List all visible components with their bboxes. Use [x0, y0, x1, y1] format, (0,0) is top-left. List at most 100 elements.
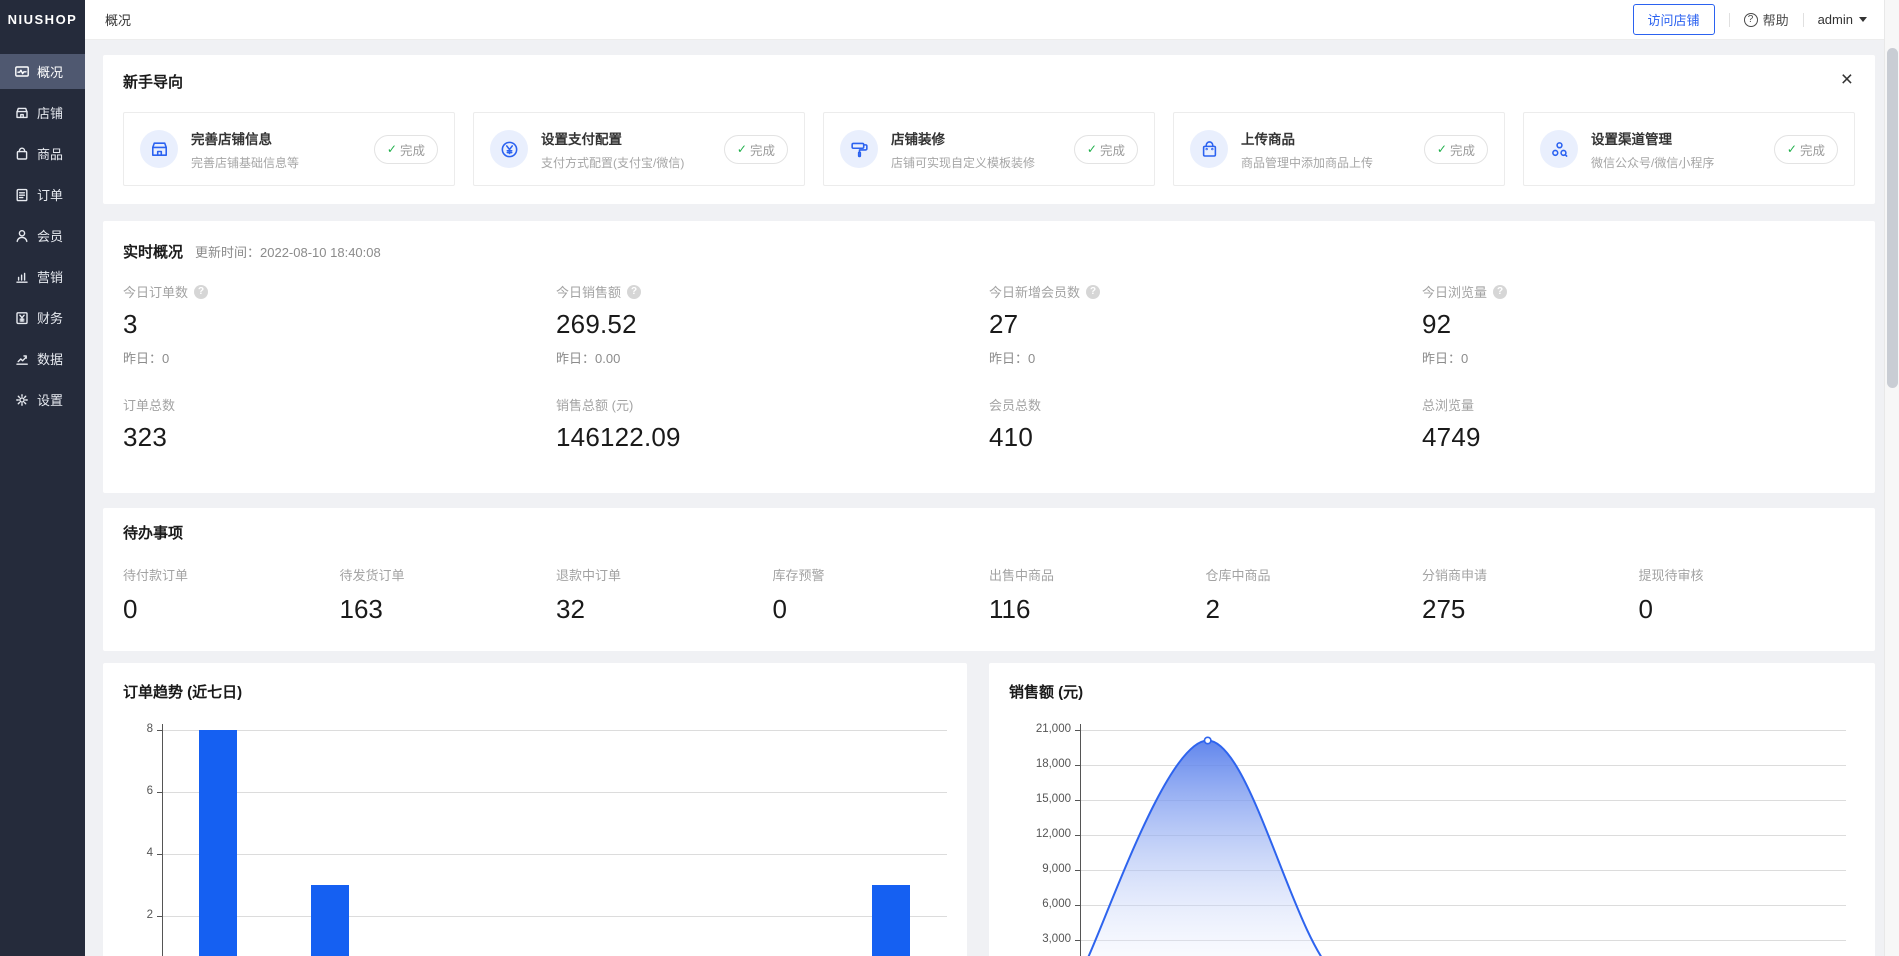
- help-menu[interactable]: ? 帮助: [1744, 10, 1789, 29]
- stat-label: 今日浏览量: [1422, 282, 1487, 301]
- todo-value: 0: [1639, 594, 1856, 625]
- todo-value: 275: [1422, 594, 1639, 625]
- sidebar-item-订单[interactable]: 订单: [0, 177, 85, 212]
- guide-card-subtitle: 支付方式配置(支付宝/微信): [541, 154, 711, 171]
- guide-card-subtitle: 微信公众号/微信小程序: [1591, 154, 1761, 171]
- todo-block: 提现待审核0: [1639, 565, 1856, 625]
- sidebar-item-label: 数据: [37, 349, 63, 368]
- check-icon: ✓: [1787, 142, 1797, 156]
- guide-card[interactable]: 店铺装修店铺可实现自定义模板装修 ✓完成: [823, 112, 1155, 186]
- guide-card[interactable]: 上传商品商品管理中添加商品上传✓完成: [1173, 112, 1505, 186]
- visit-shop-button[interactable]: 访问店铺: [1633, 4, 1715, 35]
- storefront-icon: [140, 130, 178, 168]
- sidebar-item-label: 营销: [37, 267, 63, 286]
- order-trend-bar-chart: 8642: [123, 712, 947, 956]
- sidebar-item-label: 订单: [37, 185, 63, 204]
- help-icon[interactable]: ?: [194, 285, 208, 299]
- done-label: 完成: [750, 140, 775, 159]
- close-icon[interactable]: ×: [1841, 69, 1853, 90]
- bar-day-7: [872, 885, 910, 956]
- page-content: 新手导向 × 完善店铺信息完善店铺基础信息等✓完成设置支付配置支付方式配置(支付…: [85, 40, 1899, 956]
- user-menu[interactable]: admin: [1818, 12, 1867, 27]
- todo-block: 仓库中商品2: [1206, 565, 1423, 625]
- sidebar-item-概况[interactable]: 概况: [0, 54, 85, 89]
- help-icon[interactable]: ?: [627, 285, 641, 299]
- gridline: [162, 792, 947, 793]
- sidebar-item-财务[interactable]: 财务: [0, 300, 85, 335]
- sidebar-item-label: 设置: [37, 390, 63, 409]
- order-trend-title: 订单趋势 (近七日): [123, 681, 947, 702]
- scrollbar-track[interactable]: [1884, 0, 1899, 956]
- stat-label-row: 今日浏览量?: [1422, 282, 1855, 301]
- guide-card-title: 设置渠道管理: [1591, 128, 1761, 148]
- sidebar-item-label: 概况: [37, 62, 63, 81]
- sidebar-item-label: 会员: [37, 226, 63, 245]
- todo-block: 退款中订单32: [556, 565, 773, 625]
- stat-label: 今日订单数: [123, 282, 188, 301]
- todo-value: 163: [340, 594, 557, 625]
- member-icon: [14, 228, 30, 244]
- stat-block: 会员总数410: [989, 395, 1422, 453]
- sidebar-menu: 概况店铺商品订单会员营销财务数据设置: [0, 40, 85, 417]
- bar-day-1: [199, 730, 237, 956]
- sidebar-item-营销[interactable]: 营销: [0, 259, 85, 294]
- help-icon[interactable]: ?: [1493, 285, 1507, 299]
- done-badge[interactable]: ✓完成: [724, 135, 788, 164]
- scrollbar-thumb[interactable]: [1887, 48, 1898, 388]
- sidebar-item-商品[interactable]: 商品: [0, 136, 85, 171]
- marketing-icon: [14, 269, 30, 285]
- help-icon[interactable]: ?: [1086, 285, 1100, 299]
- guide-card[interactable]: 完善店铺信息完善店铺基础信息等✓完成: [123, 112, 455, 186]
- realtime-panel: 实时概况 更新时间：2022-08-10 18:40:08 今日订单数?3昨日：…: [103, 221, 1875, 493]
- guide-card-title: 店铺装修: [891, 128, 1061, 148]
- main-area: 概况 访问店铺 ? 帮助 admin 新手导向 × 完善店铺信息完善店铺基础信息…: [85, 0, 1899, 956]
- topbar: 概况 访问店铺 ? 帮助 admin: [85, 0, 1899, 40]
- guide-card[interactable]: 设置支付配置支付方式配置(支付宝/微信) ✓完成: [473, 112, 805, 186]
- todo-panel: 待办事项 待付款订单0待发货订单163退款中订单32库存预警0出售中商品116仓…: [103, 508, 1875, 651]
- channels-icon: [1540, 130, 1578, 168]
- todo-label: 待付款订单: [123, 565, 340, 584]
- sidebar-item-店铺[interactable]: 店铺: [0, 95, 85, 130]
- update-time: 更新时间：2022-08-10 18:40:08: [195, 242, 381, 261]
- help-label: 帮助: [1763, 10, 1789, 29]
- guide-card-subtitle: 店铺可实现自定义模板装修: [891, 154, 1061, 171]
- peak-point: [1205, 737, 1211, 743]
- bag-icon: [1190, 130, 1228, 168]
- done-badge[interactable]: ✓完成: [1774, 135, 1838, 164]
- divider: [1803, 13, 1804, 27]
- stat-block: 今日新增会员数?27昨日：0: [989, 282, 1422, 367]
- todo-title: 待办事项: [123, 522, 1855, 543]
- sidebar-item-会员[interactable]: 会员: [0, 218, 85, 253]
- stat-label: 销售总额 (元): [556, 395, 989, 414]
- sidebar-item-数据[interactable]: 数据: [0, 341, 85, 376]
- check-icon: ✓: [1087, 142, 1097, 156]
- topbar-actions: 访问店铺 ? 帮助 admin: [1633, 4, 1867, 35]
- done-badge[interactable]: ✓完成: [1074, 135, 1138, 164]
- guide-card-subtitle: 完善店铺基础信息等: [191, 154, 361, 171]
- guide-card[interactable]: 设置渠道管理微信公众号/微信小程序 ✓完成: [1523, 112, 1855, 186]
- realtime-title: 实时概况: [123, 241, 183, 262]
- guide-title: 新手导向: [123, 71, 1855, 92]
- guide-card-title: 上传商品: [1241, 128, 1411, 148]
- stat-value: 269.52: [556, 309, 989, 340]
- guide-card-title: 设置支付配置: [541, 128, 711, 148]
- guide-card-text: 设置渠道管理微信公众号/微信小程序: [1591, 128, 1761, 171]
- stat-block: 订单总数323: [123, 395, 556, 453]
- stat-value: 92: [1422, 309, 1855, 340]
- sales-chart-card: 销售额 (元) 21,00018,00015,00012,0009,0006,0…: [989, 663, 1875, 956]
- sidebar-item-设置[interactable]: 设置: [0, 382, 85, 417]
- y-tick-label: 4: [123, 847, 153, 859]
- todo-value: 2: [1206, 594, 1423, 625]
- chevron-down-icon: [1859, 17, 1867, 22]
- stat-value: 323: [123, 422, 556, 453]
- done-badge[interactable]: ✓完成: [374, 135, 438, 164]
- todo-value: 116: [989, 594, 1206, 625]
- overview-icon: [14, 64, 30, 80]
- user-name: admin: [1818, 12, 1853, 27]
- stat-value: 4749: [1422, 422, 1855, 453]
- done-label: 完成: [1450, 140, 1475, 159]
- data-icon: [14, 351, 30, 367]
- done-badge[interactable]: ✓完成: [1424, 135, 1488, 164]
- stat-value: 27: [989, 309, 1422, 340]
- app-logo: NIUSHOP: [0, 0, 85, 40]
